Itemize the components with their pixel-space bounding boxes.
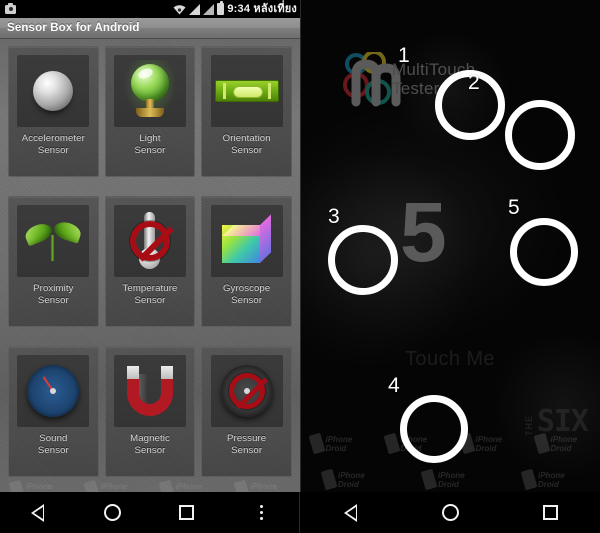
sensor-tile-sound[interactable]: Sound Sensor xyxy=(8,346,99,477)
unavailable-icon xyxy=(129,221,170,261)
wifi-icon xyxy=(173,4,186,15)
metal-ball-icon xyxy=(17,55,90,127)
multitouch-tester-app[interactable]: MultiTouch Tester 5 Touch Me THE SIX iPh… xyxy=(300,0,600,533)
overflow-menu-button[interactable] xyxy=(239,492,285,533)
sprout-icon xyxy=(17,205,90,277)
watermark-iphonedroid: iPhoneDroid xyxy=(520,468,579,494)
android-status-bar: 9:34 หลังเที่ยง xyxy=(0,0,300,18)
sensor-tile-light[interactable]: Light Sensor xyxy=(104,46,196,177)
battery-icon xyxy=(217,1,225,15)
logo-line2: Tester xyxy=(392,79,440,98)
home-button[interactable] xyxy=(427,492,473,533)
status-left-icons xyxy=(5,2,16,14)
touch-point-number-4: 4 xyxy=(388,374,400,397)
sensor-tile-label: Pressure Sensor xyxy=(227,433,267,456)
app-title: Sensor Box for Android xyxy=(7,22,140,34)
signal-icon xyxy=(189,3,201,15)
watermark-iphonedroid: iPhoneDroid xyxy=(420,468,479,494)
touch-count-display: 5 xyxy=(400,185,447,279)
sensor-tile-label: Gyroscope Sensor xyxy=(223,283,271,306)
unavailable-icon xyxy=(228,373,265,409)
six-label: SIX xyxy=(536,404,589,439)
navigation-bar-left xyxy=(0,492,300,533)
thermometer-icon xyxy=(113,205,186,277)
sensor-tile-label: Proximity Sensor xyxy=(33,283,74,306)
watermark-row: iPhone Droid iPhone Droid iPhone Droid xyxy=(300,468,600,494)
home-button[interactable] xyxy=(89,492,135,533)
touch-point-4[interactable] xyxy=(390,385,478,473)
recents-button[interactable] xyxy=(527,492,573,533)
touch-point-number-1: 1 xyxy=(398,44,410,67)
status-right-icons: 9:34 หลังเที่ยง xyxy=(173,1,297,15)
touch-point-number-3: 3 xyxy=(328,205,340,228)
color-cube-icon xyxy=(210,205,283,277)
touch-point-ring-2 xyxy=(495,90,585,180)
sensor-tile-proximity[interactable]: Proximity Sensor xyxy=(8,196,99,327)
signal-icon-2 xyxy=(203,3,215,15)
touch-point-ring-4 xyxy=(390,385,478,473)
sensor-tile-label: Light Sensor xyxy=(134,133,166,156)
watermark-iphonedroid: iPhoneDroid xyxy=(320,468,379,494)
gray-gauge-icon xyxy=(210,355,283,427)
sensor-tile-magnetic[interactable]: Magnetic Sensor xyxy=(104,346,196,477)
touch-point-number-5: 5 xyxy=(508,196,520,219)
recents-button[interactable] xyxy=(164,492,210,533)
camera-icon xyxy=(5,2,16,14)
panel-divider xyxy=(300,0,301,492)
sensor-tile-label: Accelerometer Sensor xyxy=(21,133,85,156)
sensor-tile-label: Temperature Sensor xyxy=(122,283,178,306)
sensor-tile-gyroscope[interactable]: Gyroscope Sensor xyxy=(201,196,292,327)
sensor-tile-label: Magnetic Sensor xyxy=(130,433,170,456)
blue-gauge-icon xyxy=(17,355,90,427)
status-clock: 9:34 หลังเที่ยง xyxy=(227,2,297,15)
sensor-tile-label: Orientation Sensor xyxy=(222,133,271,156)
spirit-level-icon xyxy=(210,55,283,127)
sensor-tile-accelerometer[interactable]: Accelerometer Sensor xyxy=(8,46,99,177)
sensor-tile-label: Sound Sensor xyxy=(37,433,69,456)
touch-point-2[interactable] xyxy=(495,90,585,180)
the-six-logo: THE SIX xyxy=(523,404,589,439)
navigation-bar-right xyxy=(300,492,600,533)
touch-hint-text: Touch Me xyxy=(405,348,495,370)
app-title-bar: Sensor Box for Android xyxy=(0,18,300,39)
the-label: THE xyxy=(523,415,534,436)
screenshot-root: 9:34 หลังเที่ยง Sensor Box for Android i… xyxy=(0,0,600,533)
sensor-tile-temperature[interactable]: Temperature Sensor xyxy=(104,196,196,327)
sensor-box-app: 9:34 หลังเที่ยง Sensor Box for Android i… xyxy=(0,0,300,533)
touch-point-number-2: 2 xyxy=(468,71,480,94)
sensor-grid: Accelerometer Sensor Light Sensor Orientat… xyxy=(0,39,300,493)
green-lamp-icon xyxy=(113,55,186,127)
magnet-icon xyxy=(113,355,186,427)
back-button[interactable] xyxy=(327,492,373,533)
touch-point-ring-5 xyxy=(500,208,588,296)
sensor-tile-orientation[interactable]: Orientation Sensor xyxy=(201,46,292,177)
touch-point-3[interactable] xyxy=(318,215,408,305)
sensor-grid-body: iPhoneDroid iPhoneDroid iPhoneDroid iPho… xyxy=(0,39,300,493)
back-button[interactable] xyxy=(14,492,60,533)
sensor-tile-pressure[interactable]: Pressure Sensor xyxy=(201,346,292,477)
touch-point-5[interactable] xyxy=(500,208,588,296)
watermark-iphonedroid: iPhoneDroid xyxy=(308,432,367,458)
touch-point-ring-3 xyxy=(318,215,408,305)
